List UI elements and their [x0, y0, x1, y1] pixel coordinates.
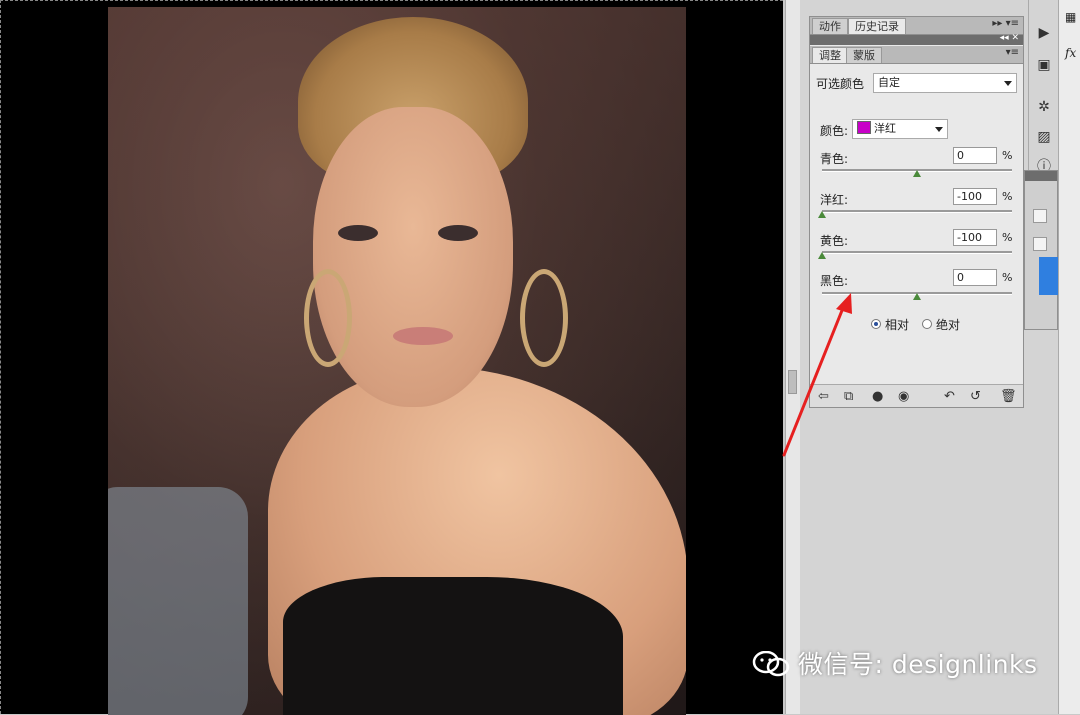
slider-label: 青色:: [820, 152, 849, 166]
history-brush-icon[interactable]: ▣: [1034, 56, 1054, 74]
preset-value: 自定: [878, 76, 900, 89]
tab-adjustments[interactable]: 调整: [812, 47, 848, 63]
tab-masks[interactable]: 蒙版: [846, 47, 882, 63]
histogram-icon[interactable]: ▨: [1034, 128, 1054, 146]
reset-icon[interactable]: ↺: [970, 389, 981, 404]
magenta-value-field[interactable]: -100: [953, 188, 997, 205]
percent-unit: %: [1002, 190, 1013, 203]
photo-lips: [393, 327, 453, 345]
clip-to-layer-icon[interactable]: ⧉: [844, 389, 853, 404]
panel-menu-icon[interactable]: ▸▸ ▾≡: [992, 18, 1019, 29]
photo-left-eye: [338, 225, 378, 241]
collapsed-panel-button[interactable]: [1033, 209, 1047, 223]
back-arrow-icon[interactable]: ⇦: [818, 389, 829, 404]
photo-background-highlight: [108, 487, 248, 715]
photo-right-eye: [438, 225, 478, 241]
wechat-icon: [752, 651, 790, 677]
black-value-field[interactable]: 0: [953, 269, 997, 286]
slider-label: 黑色:: [820, 274, 849, 288]
magenta-slider-track[interactable]: [818, 210, 1012, 218]
previous-state-icon[interactable]: ↶: [944, 389, 955, 404]
scrollbar-thumb[interactable]: [788, 370, 797, 394]
cyan-slider-track[interactable]: [822, 169, 1012, 177]
chevron-down-icon: [1004, 81, 1012, 86]
slider-label: 黄色:: [820, 234, 849, 248]
preset-label: 可选颜色: [816, 77, 865, 91]
adjustments-panel: 动作 历史记录 ▸▸ ▾≡ ◂◂ ✕ 调整 蒙版 ▾≡ 可选颜色 自定 颜色: …: [809, 16, 1024, 408]
grid-icon[interactable]: ▦: [1065, 10, 1076, 24]
adjustments-masks-tabbar: 调整 蒙版 ▾≡: [810, 46, 1023, 64]
collapsed-panel-strip[interactable]: [1025, 171, 1057, 181]
collapsed-panel-button[interactable]: [1033, 237, 1047, 251]
trash-icon[interactable]: 🗑: [1000, 389, 1017, 404]
relative-radio[interactable]: [871, 319, 881, 329]
absolute-label: 绝对: [936, 318, 961, 332]
slider-label: 洋红:: [820, 193, 849, 207]
color-value: 洋红: [874, 122, 896, 135]
adjustments-menu-icon[interactable]: ▾≡: [1006, 47, 1019, 58]
actions-history-tabbar: 动作 历史记录 ▸▸ ▾≡: [810, 17, 1023, 35]
black-slider-knob[interactable]: [913, 293, 921, 300]
photo-face: [313, 107, 513, 407]
color-swatch: [857, 121, 871, 134]
tab-actions[interactable]: 动作: [812, 18, 848, 34]
chevron-down-icon: [935, 127, 943, 132]
relative-label: 相对: [885, 318, 910, 332]
yellow-value-field[interactable]: -100: [953, 229, 997, 246]
panel-icon-strip: ▶ ▣ ✲ ▨ ⓘ: [1028, 0, 1059, 180]
tab-history[interactable]: 历史记录: [848, 18, 906, 34]
percent-unit: %: [1002, 231, 1013, 244]
watermark: 微信号: designlinks: [752, 645, 1038, 681]
eye-icon[interactable]: ◉: [898, 389, 909, 404]
yellow-slider-track[interactable]: [818, 251, 1012, 259]
magenta-slider-knob[interactable]: [818, 211, 826, 218]
preset-select[interactable]: 自定: [873, 73, 1017, 93]
cyan-value-field[interactable]: 0: [953, 147, 997, 164]
color-select[interactable]: 洋红: [852, 119, 948, 139]
color-label: 颜色:: [820, 124, 849, 138]
layer-visibility-icon[interactable]: ●: [872, 389, 883, 404]
document-canvas[interactable]: [0, 0, 783, 715]
watermark-text: 微信号: designlinks: [798, 650, 1038, 679]
photo-left-earring: [304, 269, 352, 367]
selected-layer-highlight: [1039, 257, 1059, 295]
photo-leather-top: [283, 577, 623, 715]
panel-collapse-strip[interactable]: ◂◂ ✕: [810, 33, 1023, 45]
absolute-radio[interactable]: [922, 319, 932, 329]
vertical-scrollbar[interactable]: [785, 0, 800, 714]
fx-icon[interactable]: fx: [1065, 46, 1076, 60]
panel-bottom-toolbar: ⇦ ⧉ ● ◉ ↶ ↺ 🗑: [810, 384, 1023, 407]
navigator-icon[interactable]: ✲: [1034, 98, 1054, 116]
percent-unit: %: [1002, 271, 1013, 284]
cyan-slider-knob[interactable]: [913, 170, 921, 177]
play-icon[interactable]: ▶: [1034, 24, 1054, 42]
model-photo[interactable]: [108, 7, 686, 715]
photo-right-earring: [520, 269, 568, 367]
right-dock-strip: ▦ fx: [1058, 0, 1080, 714]
collapsed-panel: [1024, 170, 1059, 330]
black-slider-track[interactable]: [822, 292, 1012, 300]
percent-unit: %: [1002, 149, 1013, 162]
yellow-slider-knob[interactable]: [818, 252, 826, 259]
collapse-close-icon[interactable]: ◂◂ ✕: [1000, 33, 1019, 43]
